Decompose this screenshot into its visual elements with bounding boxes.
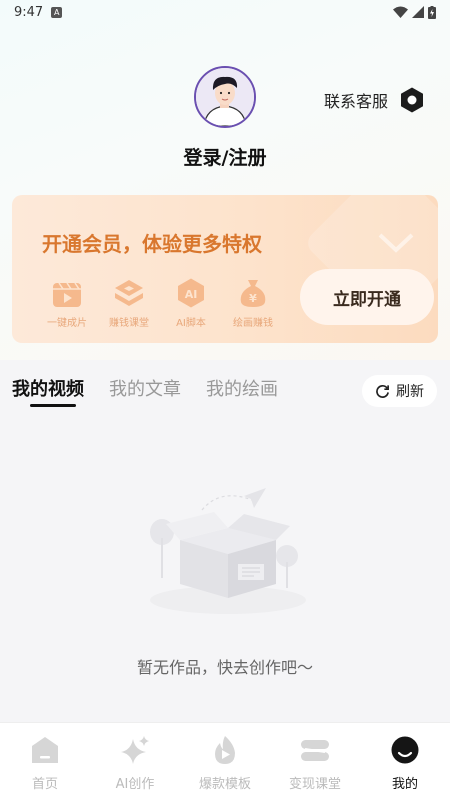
battery-icon (428, 5, 436, 19)
flame-play-icon (215, 736, 235, 764)
status-time: 9:47 (14, 4, 44, 20)
perk-ai-script[interactable]: AI AI脚本 (160, 277, 222, 329)
empty-state-text: 暂无作品，快去创作吧～ (136, 658, 313, 677)
tab-my-drawings[interactable]: 我的绘画 (206, 375, 278, 401)
nav-label: 我的 (391, 777, 418, 792)
active-tab-indicator (30, 404, 76, 407)
money-bag-icon: ¥ (240, 280, 266, 307)
nav-label: 首页 (31, 777, 58, 792)
nav-label: 爆款模板 (198, 777, 251, 792)
nav-home[interactable]: 首页 (0, 723, 90, 800)
refresh-button[interactable]: 刷新 (362, 375, 437, 407)
perk-drawing-earning[interactable]: ¥ 绘画赚钱 (222, 277, 284, 329)
ai-badge-icon: AI (178, 278, 204, 308)
nav-label: AI创作 (115, 777, 155, 792)
svg-text:AI: AI (185, 288, 198, 301)
service-label: 联系客服 (324, 92, 389, 111)
tab-my-articles[interactable]: 我的文章 (109, 375, 181, 401)
signal-icon (412, 6, 424, 18)
perk-earning-class[interactable]: 赚钱课堂 (98, 277, 160, 329)
content-tabs: 我的视频 我的文章 我的绘画 (12, 375, 278, 401)
home-icon (32, 737, 58, 763)
login-register-link[interactable]: 登录/注册 (160, 143, 290, 170)
vip-perks: 一键成片 赚钱课堂 AI AI脚本 ¥ 绘画赚钱 (36, 277, 284, 329)
clapper-icon (53, 282, 81, 307)
refresh-icon (376, 384, 389, 398)
nav-mine[interactable]: 我的 (360, 723, 450, 800)
perk-label: 一键成片 (47, 318, 87, 329)
user-avatar-icon (196, 68, 254, 126)
tab-my-videos[interactable]: 我的视频 (12, 375, 84, 401)
nav-ai-create[interactable]: AI创作 (90, 723, 180, 800)
contact-service[interactable]: 联系客服 (324, 86, 426, 114)
status-bar: 9:47 A (0, 0, 450, 24)
hexagon-settings-icon[interactable] (398, 86, 426, 114)
status-badge: A (51, 6, 63, 18)
nav-hot-templates[interactable]: 爆款模板 (180, 723, 270, 800)
svg-text:¥: ¥ (249, 292, 257, 305)
chevron-down-icon (378, 233, 414, 253)
stack-icon (301, 740, 329, 761)
vip-title: 开通会员，体验更多特权 (42, 232, 262, 256)
perk-label: AI脚本 (176, 318, 206, 329)
perk-one-click-video[interactable]: 一键成片 (36, 277, 98, 329)
nav-monetize-class[interactable]: 变现课堂 (270, 723, 360, 800)
profile-face-icon (391, 736, 419, 764)
open-membership-button[interactable]: 立即开通 (300, 269, 434, 325)
bottom-navigation: 首页 AI创作 爆款模板 变现课堂 我的 (0, 722, 450, 800)
perk-label: 赚钱课堂 (109, 318, 149, 329)
sparkle-icon (121, 736, 149, 764)
avatar[interactable] (194, 66, 256, 128)
vip-card: 开通会员，体验更多特权 一键成片 赚钱课堂 AI AI脚本 ¥ 绘画赚钱 立即开… (12, 195, 438, 343)
empty-box-illustration (150, 488, 306, 614)
refresh-label: 刷新 (396, 384, 424, 400)
nav-label: 变现课堂 (288, 777, 341, 792)
wifi-icon (393, 6, 408, 18)
layers-icon (115, 280, 143, 306)
perk-label: 绘画赚钱 (233, 318, 273, 329)
